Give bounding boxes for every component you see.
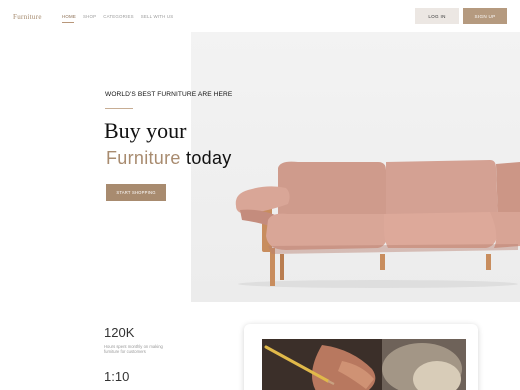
logo[interactable]: Furniture	[13, 13, 42, 21]
nav-shop[interactable]: Shop	[83, 14, 96, 19]
hero-title-rest: today	[180, 148, 232, 168]
stat-description-hours: Hours spent monthly on making furniture …	[104, 344, 163, 355]
sofa-image	[235, 160, 520, 288]
login-button[interactable]: Log in	[415, 8, 459, 24]
nav-categories[interactable]: Categories	[103, 14, 133, 19]
active-nav-indicator	[62, 22, 74, 23]
hero-title-line2: Furniture today	[106, 148, 232, 169]
start-shopping-button[interactable]: Start shopping	[106, 184, 166, 201]
signup-button[interactable]: Sign up	[463, 8, 507, 24]
craftsman-image	[262, 339, 466, 390]
hero-title-line1: Buy your	[104, 118, 187, 143]
nav-home[interactable]: Home	[62, 14, 76, 19]
main-nav: Home Shop Categories Sell with us	[62, 14, 180, 19]
stat-value-ratio: 1:10	[104, 369, 130, 384]
eyebrow-divider	[105, 108, 133, 109]
nav-sell-with-us[interactable]: Sell with us	[141, 14, 174, 19]
hero-eyebrow: World's best furniture are here	[105, 91, 233, 98]
stat-value-hours: 120K	[104, 325, 135, 340]
hero-title-accent: Furniture	[106, 148, 181, 168]
